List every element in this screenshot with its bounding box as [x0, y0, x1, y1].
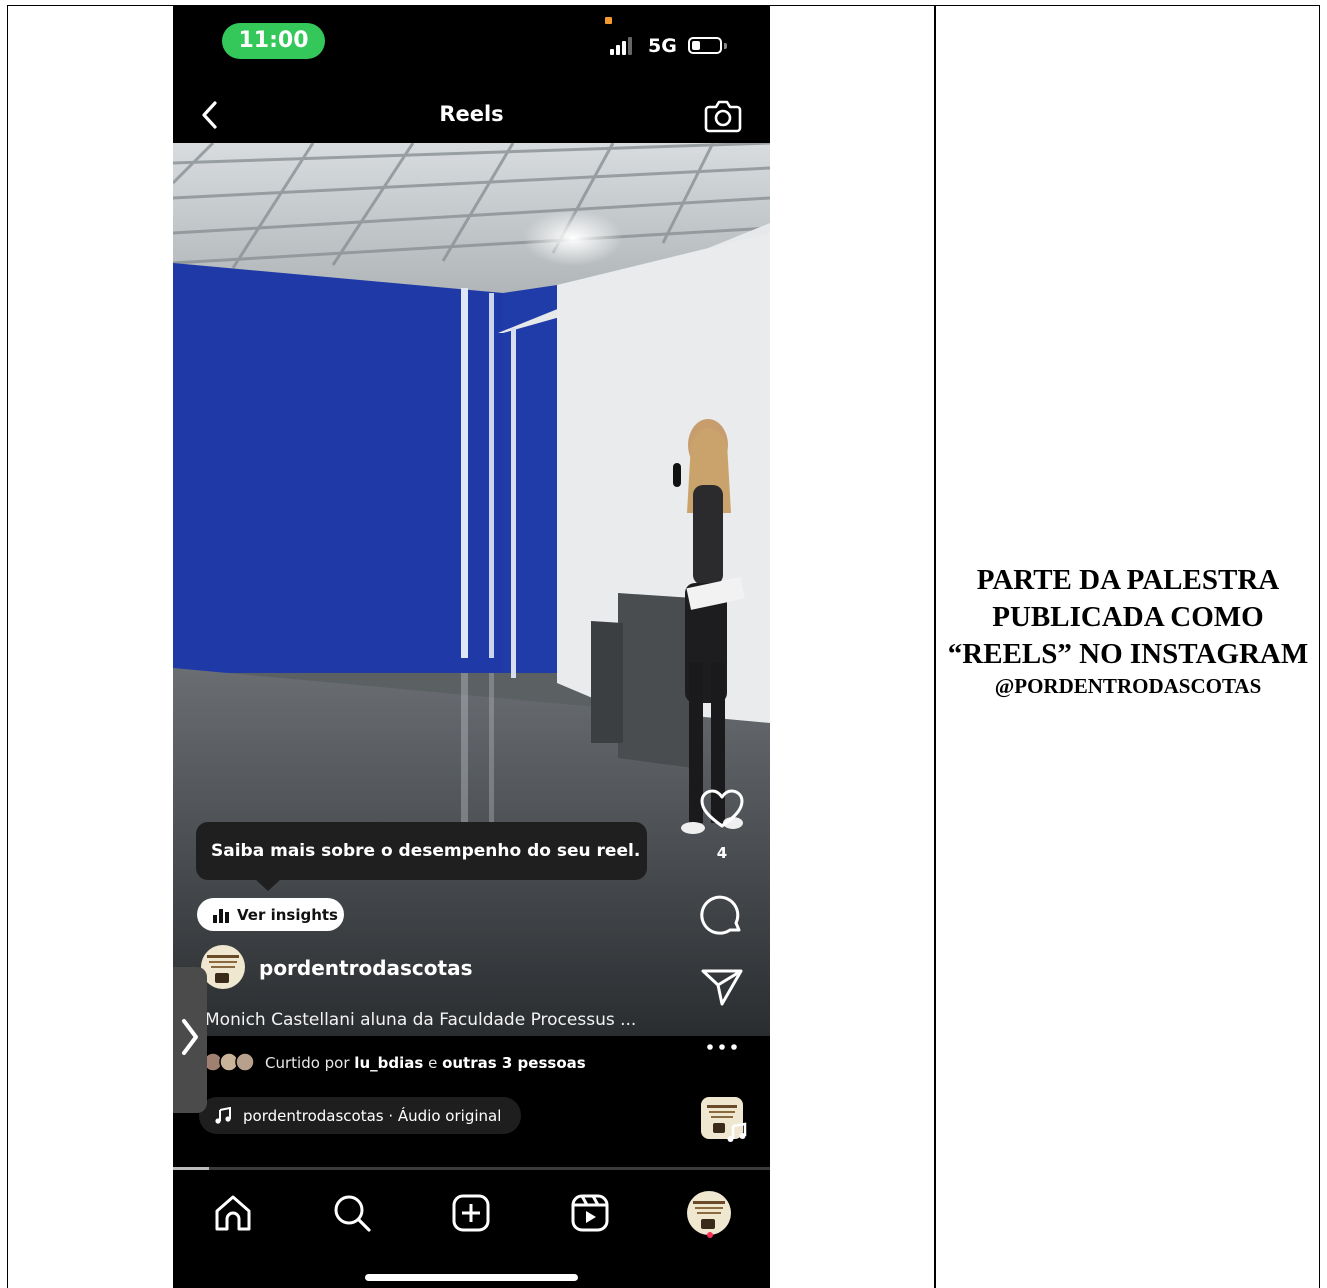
- post-username[interactable]: pordentrodascotas: [259, 956, 472, 980]
- audio-label: pordentrodascotas · Áudio original: [243, 1107, 502, 1125]
- home-icon[interactable]: [211, 1191, 255, 1235]
- tooltip-arrow: [255, 879, 281, 891]
- insights-tooltip[interactable]: Saiba mais sobre o desempenho do seu ree…: [196, 822, 647, 880]
- music-note-icon: [215, 1107, 231, 1124]
- video-progress-track[interactable]: [173, 1167, 770, 1170]
- caption-handle: @PORDENTRODASCOTAS: [994, 674, 1262, 698]
- page-title: Reels: [439, 102, 504, 126]
- privacy-indicator: [605, 17, 612, 24]
- share-icon[interactable]: [700, 967, 744, 1007]
- post-caption[interactable]: Monich Castellani aluna da Faculdade Pro…: [205, 1010, 636, 1030]
- music-note-icon: [727, 1122, 747, 1142]
- caption-main: PARTE DA PALESTRA PUBLICADA COMO “REELS”…: [947, 564, 1309, 670]
- search-icon[interactable]: [330, 1191, 374, 1235]
- more-icon[interactable]: [702, 1041, 742, 1053]
- side-caption: PARTE DA PALESTRA PUBLICADA COMO “REELS”…: [936, 562, 1320, 699]
- network-label: 5G: [648, 35, 677, 57]
- view-insights-button[interactable]: Ver insights: [197, 898, 344, 931]
- profile-icon[interactable]: [687, 1191, 731, 1235]
- heart-icon[interactable]: [698, 788, 746, 830]
- avatar-logo-icon: [207, 955, 239, 983]
- avatar[interactable]: [201, 945, 245, 989]
- status-time: 11:00: [222, 23, 325, 59]
- status-bar: 11:00 5G: [173, 5, 770, 85]
- audio-pill[interactable]: pordentrodascotas · Áudio original: [199, 1097, 521, 1134]
- comment-icon[interactable]: [699, 892, 745, 938]
- right-action-rail: 4: [698, 5, 748, 1205]
- bottom-tab-bar: [173, 1171, 770, 1288]
- reels-icon[interactable]: [568, 1191, 612, 1235]
- like-count: 4: [716, 844, 728, 862]
- phone-screenshot: 11:00 5G Reels Saiba mais sobre o desemp…: [173, 5, 770, 1288]
- liked-avatars: [203, 1052, 255, 1072]
- liked-by-text[interactable]: Curtido por lu_bdias e outras 3 pessoas: [265, 1054, 586, 1072]
- chevron-right-icon: [182, 1019, 198, 1055]
- signal-icon: [610, 37, 636, 55]
- side-panel-handle[interactable]: [173, 967, 207, 1113]
- create-icon[interactable]: [449, 1191, 493, 1235]
- view-insights-label: Ver insights: [237, 906, 338, 924]
- home-indicator: [365, 1274, 578, 1281]
- profile-logo-icon: [693, 1201, 725, 1229]
- video-progress-fill: [173, 1167, 209, 1170]
- nav-bar: Reels: [173, 85, 770, 143]
- tooltip-text: Saiba mais sobre o desempenho do seu ree…: [211, 841, 641, 861]
- notification-dot: [707, 1232, 713, 1238]
- bar-chart-icon: [213, 909, 229, 923]
